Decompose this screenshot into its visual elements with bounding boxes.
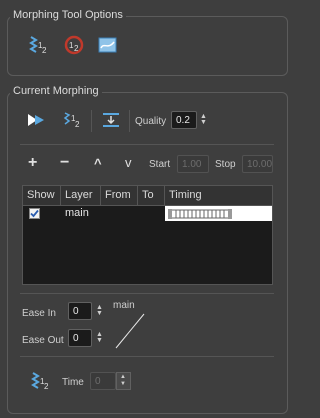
time-value: 0: [95, 376, 101, 387]
ease-in-value: 0: [73, 306, 79, 317]
toolbar-separator: [91, 110, 92, 132]
stop-value: 10.00: [247, 159, 273, 170]
start-field[interactable]: 1.00: [177, 155, 209, 173]
show-checkbox[interactable]: [29, 208, 40, 219]
column-header-show[interactable]: Show: [23, 186, 61, 205]
hint-link-icon[interactable]: 1 2: [60, 108, 84, 132]
ease-curve-graph[interactable]: [112, 312, 146, 350]
section-separator: [20, 356, 274, 357]
time-field[interactable]: 0: [90, 372, 116, 390]
ease-in-field[interactable]: 0: [68, 302, 92, 320]
ease-out-stepper-arrows[interactable]: ▲ ▼: [96, 331, 103, 344]
morphing-settings-icon[interactable]: [96, 33, 120, 57]
ease-curve-label: main: [113, 300, 135, 311]
morph-tool-icon[interactable]: 1 2: [26, 33, 50, 57]
column-header-to[interactable]: To: [138, 186, 165, 205]
checkmark-icon: [30, 209, 39, 218]
svg-text:2: 2: [44, 382, 49, 391]
quality-stepper-arrows[interactable]: ▲ ▼: [200, 113, 207, 126]
ease-out-field[interactable]: 0: [68, 329, 92, 347]
section-separator: [20, 293, 274, 294]
layer-name: main: [65, 207, 89, 219]
time-decrement-arrow-icon[interactable]: ▼: [120, 381, 126, 387]
quality-value: 0.2: [176, 115, 190, 126]
remove-button[interactable]: −: [60, 154, 69, 172]
stop-label: Stop: [215, 159, 236, 170]
time-increment-arrow-icon[interactable]: ▲: [120, 374, 126, 380]
move-down-button[interactable]: v: [125, 155, 132, 170]
svg-text:2: 2: [74, 44, 79, 53]
ease-in-label: Ease In: [22, 308, 56, 319]
stop-field[interactable]: 10.00: [242, 155, 273, 173]
svg-text:2: 2: [75, 120, 80, 129]
current-morphing-title: Current Morphing: [10, 85, 102, 97]
column-header-layer[interactable]: Layer: [61, 186, 101, 205]
ease-out-value: 0: [73, 333, 79, 344]
add-button[interactable]: +: [28, 154, 37, 172]
section-separator: [20, 144, 274, 145]
column-header-from[interactable]: From: [101, 186, 138, 205]
table-header: Show Layer From To Timing: [23, 186, 272, 206]
table-row[interactable]: main: [23, 206, 272, 222]
morph-tool-icon[interactable]: 1 2: [28, 369, 52, 393]
start-value: 1.00: [182, 159, 202, 170]
quality-label: Quality: [135, 116, 167, 127]
ease-out-label: Ease Out: [22, 335, 64, 346]
morphing-tool-options-title: Morphing Tool Options: [10, 9, 126, 21]
time-label: Time: [62, 377, 84, 388]
hint-point-icon[interactable]: 1 2: [62, 33, 86, 57]
time-stepper[interactable]: ▲ ▼: [116, 372, 131, 390]
toolbar-separator: [129, 110, 130, 132]
column-header-timing[interactable]: Timing: [165, 186, 272, 205]
svg-text:2: 2: [42, 46, 47, 55]
timing-ruler: [168, 209, 232, 219]
ease-in-stepper-arrows[interactable]: ▲ ▼: [96, 304, 103, 317]
align-icon[interactable]: [99, 108, 123, 132]
morph-table: Show Layer From To Timing main: [22, 185, 273, 285]
quality-field[interactable]: 0.2: [171, 111, 197, 129]
timing-bar[interactable]: [165, 206, 272, 221]
morph-direction-icon[interactable]: [24, 108, 48, 132]
start-label: Start: [149, 159, 171, 170]
move-up-button[interactable]: ^: [94, 156, 102, 171]
